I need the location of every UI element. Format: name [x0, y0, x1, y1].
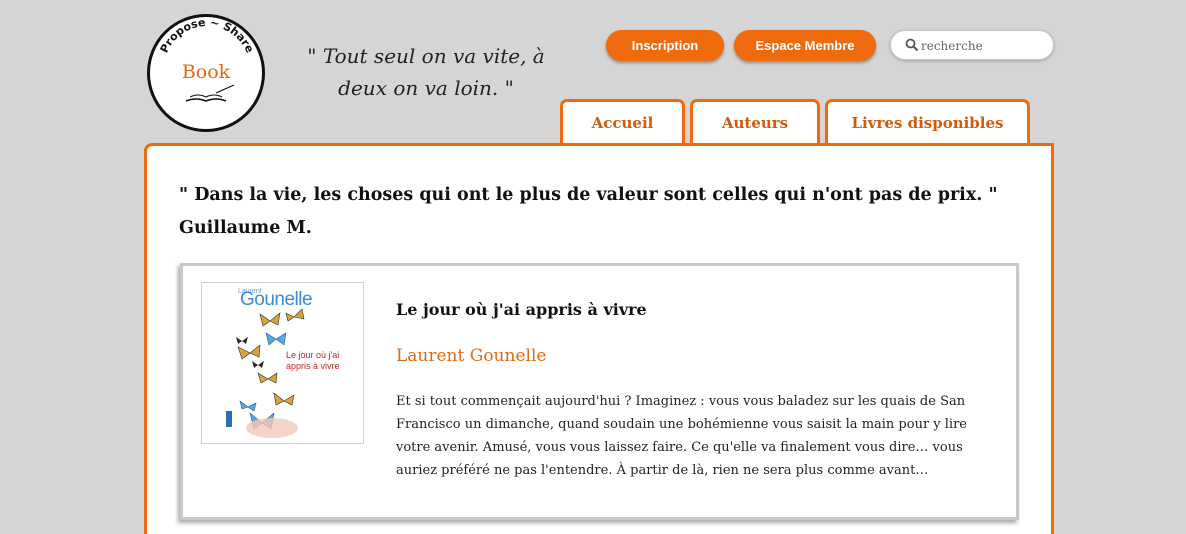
book-card[interactable]: Laurent Gounelle Le jour où j'ai appris … — [180, 263, 1019, 520]
book-title[interactable]: Le jour où j'ai appris à vivre — [396, 300, 647, 319]
featured-quote: " Dans la vie, les choses qui ont le plu… — [179, 179, 1019, 245]
search-box[interactable] — [890, 30, 1054, 60]
book-description: Et si tout commençait aujourd'hui ? Imag… — [396, 394, 967, 478]
site-motto: " Tout seul on va vite, à deux on va loi… — [307, 44, 545, 100]
book-cover[interactable]: Laurent Gounelle Le jour où j'ai appris … — [201, 282, 364, 444]
search-icon — [905, 38, 919, 52]
quote-author: Guillaume M. — [179, 218, 312, 238]
search-input[interactable] — [921, 37, 1046, 55]
quote-text: " Dans la vie, les choses qui ont le plu… — [179, 185, 998, 205]
site-logo[interactable]: Propose ~ Share Book — [147, 14, 265, 132]
cover-title: Le jour où j'ai appris à vivre — [286, 350, 340, 371]
tab-auteurs[interactable]: Auteurs — [690, 99, 820, 146]
inscription-button[interactable]: Inscription — [606, 30, 724, 61]
page: Propose ~ Share Book " Tout seul on va v… — [0, 0, 1186, 534]
logo-book-word: Book — [181, 61, 231, 83]
tab-accueil[interactable]: Accueil — [560, 99, 685, 146]
tab-livres-disponibles[interactable]: Livres disponibles — [825, 99, 1030, 146]
book-author-link[interactable]: Laurent Gounelle — [396, 346, 546, 366]
logo-tagline: Propose ~ Share — [158, 17, 257, 55]
member-space-button[interactable]: Espace Membre — [734, 30, 876, 61]
svg-text:Propose ~ Share: Propose ~ Share — [158, 17, 257, 55]
main-panel: " Dans la vie, les choses qui ont le plu… — [144, 143, 1054, 534]
